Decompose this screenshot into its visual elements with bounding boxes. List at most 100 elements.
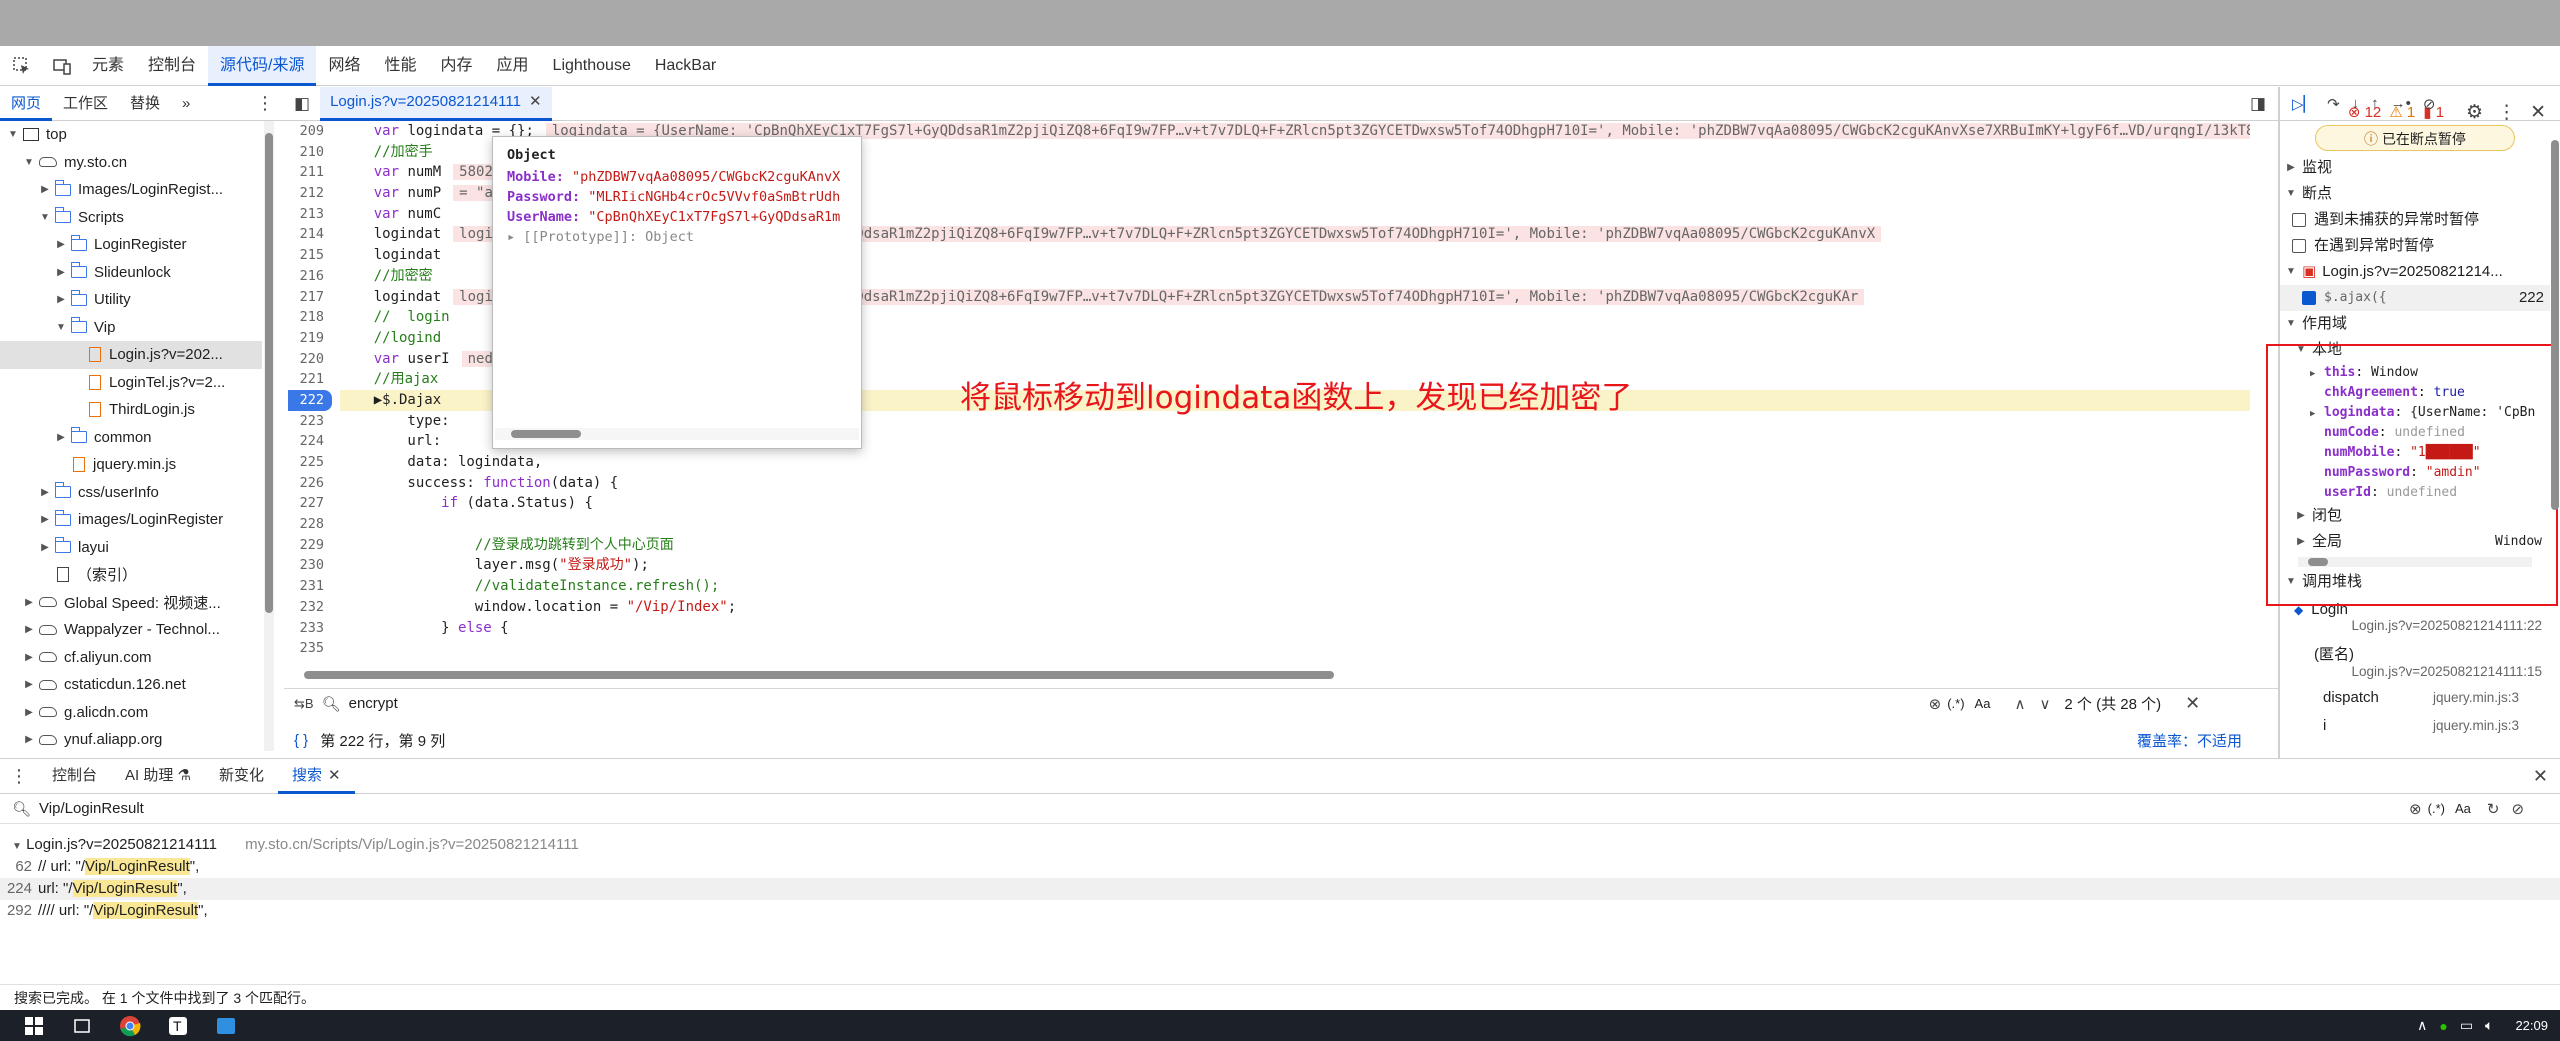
code-line[interactable]: if (data.Status) { [340, 493, 2250, 514]
line-number[interactable]: 209 [288, 121, 332, 142]
line-number-gutter[interactable]: 209 210 211 212 213 214 215 216 217 218 219 220 221 2… [288, 121, 332, 669]
tree-item[interactable]: ▼ Scripts [0, 204, 262, 232]
line-number[interactable]: 215 [288, 245, 332, 266]
tree-item[interactable]: ▶ ynuf.aliapp.org [0, 726, 262, 751]
popup-property-row[interactable]: Password: "MLRIicNGHb4crOc5VVvf0aSmBtrUd… [507, 187, 847, 207]
expanded-arrow-icon[interactable]: ▼ [6, 129, 20, 140]
collapsed-arrow-icon[interactable]: ▶ [22, 679, 36, 690]
pause-caught-option[interactable]: 在遇到异常时暂停 [2280, 233, 2550, 259]
tree-item[interactable]: ▼ top [0, 121, 262, 149]
line-number[interactable]: 235 [288, 638, 332, 659]
collapsed-arrow-icon[interactable]: ▶ [22, 624, 36, 635]
expanded-arrow-icon[interactable]: ▼ [54, 322, 68, 333]
tray-chevron-icon[interactable]: ∧ [2417, 1017, 2427, 1034]
clock[interactable]: 22:09 [2515, 1018, 2548, 1033]
tree-item[interactable]: LoginTel.js?v=2... [0, 369, 262, 397]
line-number[interactable]: 229 [288, 535, 332, 556]
find-input[interactable]: encrypt [349, 695, 1929, 712]
step-into-icon[interactable]: ↓ [2352, 95, 2360, 112]
tree-item[interactable]: ▶ layui [0, 534, 262, 562]
navigator-scrollbar[interactable] [264, 121, 274, 751]
breakpoint-entry[interactable]: $.ajax({ 222 [2280, 285, 2550, 311]
tree-item[interactable]: （索引） [0, 561, 262, 589]
open-file-tab[interactable]: Login.js?v=20250821214111 ✕ [320, 85, 552, 121]
close-tab-icon[interactable]: ✕ [328, 767, 341, 784]
call-frame[interactable]: dispatch jquery.min.js:3 [2280, 683, 2550, 711]
search-result-row[interactable]: 62 // url: "/Vip/LoginResult", [0, 856, 2560, 878]
collapsed-arrow-icon[interactable]: ▶ [22, 734, 36, 745]
tree-item[interactable]: ▶ Global Speed: 视频速... [0, 589, 262, 617]
code-line[interactable]: window.location = "/Vip/Index"; [340, 597, 2250, 618]
pause-caught-checkbox[interactable] [2292, 239, 2306, 253]
devtools-tab[interactable]: 源代码/来源 [208, 45, 317, 86]
clear-results-icon[interactable]: ⊘ [2511, 800, 2524, 818]
replace-toggle-icon[interactable]: ⇆B [294, 696, 314, 712]
deactivate-breakpoints-icon[interactable]: ⊘ [2423, 95, 2436, 113]
line-number[interactable]: 226 [288, 473, 332, 494]
line-number[interactable]: 224 [288, 431, 332, 452]
line-number[interactable]: 230 [288, 555, 332, 576]
code-line[interactable]: success: function(data) { [340, 473, 2250, 494]
typora-icon[interactable]: T [164, 1014, 192, 1038]
clear-search-icon[interactable]: ⊗ [2409, 800, 2422, 818]
pause-uncaught-checkbox[interactable] [2292, 213, 2306, 227]
refresh-icon[interactable]: ↻ [2487, 800, 2500, 818]
drawer-search-input[interactable]: Vip/LoginResult [39, 800, 2409, 817]
tree-item[interactable]: ▶ Slideunlock [0, 259, 262, 287]
breakpoint-file-row[interactable]: ▼ ▣ Login.js?v=20250821214... [2280, 259, 2550, 285]
tree-item[interactable]: ▶ Utility [0, 286, 262, 314]
inspect-element-icon[interactable] [4, 48, 40, 84]
code-line[interactable]: data: logindata, [340, 452, 2250, 473]
scope-section[interactable]: ▼ 作用域 [2280, 311, 2550, 337]
line-number[interactable]: 220 [288, 349, 332, 370]
drawer-menu-icon[interactable]: ⋮ [10, 766, 28, 787]
tree-item[interactable]: ▼ Vip [0, 314, 262, 342]
tree-item[interactable]: ThirdLogin.js [0, 396, 262, 424]
line-number[interactable]: 231 [288, 576, 332, 597]
step-out-icon[interactable]: ↑ [2371, 95, 2379, 112]
navigator-menu-icon[interactable]: ⋮ [256, 93, 274, 114]
coverage-status[interactable]: 覆盖率：不适用 [2137, 730, 2242, 751]
line-number[interactable]: 217 [288, 287, 332, 308]
tree-item[interactable]: ▶ css/userInfo [0, 479, 262, 507]
popup-prototype-row[interactable]: ▸ [[Prototype]]: Object [507, 227, 847, 247]
close-tab-icon[interactable]: ✕ [529, 85, 542, 119]
collapsed-arrow-icon[interactable]: ▶ [54, 432, 68, 443]
device-toolbar-icon[interactable] [44, 48, 80, 84]
line-number[interactable]: 214 [288, 224, 332, 245]
line-number[interactable]: 216 [288, 266, 332, 287]
app-icon[interactable] [212, 1014, 240, 1038]
tree-item[interactable]: ▶ cf.aliyun.com [0, 644, 262, 672]
regex-toggle[interactable]: (.*) [2428, 801, 2445, 816]
collapsed-arrow-icon[interactable]: ▶ [54, 267, 68, 278]
tree-item[interactable]: ▶ common [0, 424, 262, 452]
windows-start-icon[interactable] [20, 1014, 48, 1038]
match-case-toggle[interactable]: Aa [2455, 801, 2471, 816]
line-number[interactable]: 212 [288, 183, 332, 204]
code-line[interactable]: //登录成功跳转到个人中心页面 [340, 535, 2250, 556]
popup-property-row[interactable]: UserName: "CpBnQhXEyC1xT7FgS7l+GyQDdsaR1… [507, 207, 847, 227]
call-frame[interactable]: (匿名) Login.js?v=20250821214111:15 [2280, 639, 2550, 683]
close-find-icon[interactable]: ✕ [2185, 693, 2200, 714]
clear-search-icon[interactable]: ⊗ [1929, 695, 1942, 713]
tree-item[interactable]: jquery.min.js [0, 451, 262, 479]
toggle-navigator-icon[interactable]: ◧ [294, 94, 310, 114]
drawer-tab[interactable]: 控制台 [38, 758, 111, 794]
line-number[interactable]: 233 [288, 618, 332, 639]
next-match-icon[interactable]: ∨ [2039, 695, 2050, 713]
tree-item[interactable]: ▼ my.sto.cn [0, 149, 262, 177]
step-icon[interactable]: →• [2391, 95, 2411, 112]
collapsed-arrow-icon[interactable]: ▶ [54, 294, 68, 305]
navigator-tab[interactable]: 工作区 [52, 87, 119, 121]
search-result-row[interactable]: 292 //// url: "/Vip/LoginResult", [0, 900, 2560, 922]
devtools-tab[interactable]: 网络 [316, 46, 372, 86]
line-number[interactable]: 211 [288, 162, 332, 183]
network-icon[interactable]: ▭ [2460, 1017, 2473, 1034]
call-frame[interactable]: i jquery.min.js:3 [2280, 711, 2550, 739]
tree-item[interactable]: Login.js?v=202... [0, 341, 262, 369]
editor-horizontal-scrollbar[interactable] [288, 668, 2258, 682]
step-over-icon[interactable]: ↷ [2327, 95, 2340, 113]
devtools-tab[interactable]: 内存 [429, 46, 485, 86]
popup-property-row[interactable]: Mobile: "phZDBW7vqAa08095/CWGbcK2cguKAnv… [507, 167, 847, 187]
popup-scrollbar[interactable] [495, 428, 859, 440]
